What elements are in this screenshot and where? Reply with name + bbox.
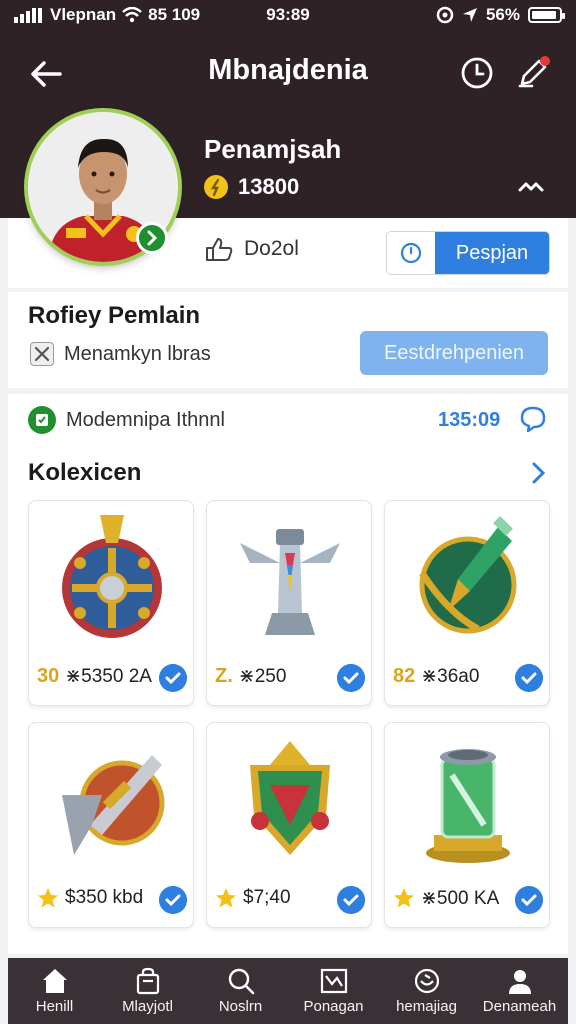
star-icon (38, 888, 58, 908)
nav-label: hemajiag (396, 998, 457, 1015)
chat-bubble-icon[interactable] (518, 404, 548, 434)
item-price: ⋇5350 2A (65, 665, 152, 687)
timer-icon (400, 242, 422, 264)
collection-grid: 30 ⋇5350 2A Z. ⋇250 82 ⋇36a0 $350 kbd $7… (28, 500, 550, 932)
profile-card-button[interactable]: Eestdrehpenien (360, 331, 548, 375)
primary-action-button[interactable]: Pespjan (435, 232, 549, 274)
chevron-right-icon[interactable] (528, 460, 548, 486)
bag-icon (136, 967, 159, 995)
battery-icon (528, 7, 565, 23)
home-icon (42, 969, 67, 993)
stat-label: Do2ol (244, 237, 299, 260)
profile-card-title: Rofiey Pemlain (28, 302, 201, 329)
nav-item-home[interactable]: Henill (8, 958, 101, 1024)
search-icon (228, 968, 254, 995)
user-icon (508, 970, 531, 994)
history-clock-icon[interactable] (460, 56, 494, 90)
coin-icon (204, 175, 228, 199)
location-icon (436, 6, 454, 24)
blade-icon (62, 755, 165, 855)
collection-item[interactable]: $350 kbd (28, 722, 194, 928)
profile-tag-label: Menamkyn lbras (64, 342, 211, 365)
nav-label: Henill (35, 998, 74, 1015)
check-icon (337, 664, 365, 692)
nav-label: Denameah (482, 998, 557, 1015)
profile-tag: Menamkyn lbras (30, 342, 211, 366)
timer-toggle[interactable] (387, 232, 435, 274)
clock-time: 93:89 (266, 5, 310, 24)
status-bar: Vlepnan 85 109 93:89 56% (0, 0, 576, 32)
collection-item[interactable]: ⋇500 KA (384, 722, 550, 928)
check-icon (515, 886, 543, 914)
canister-icon (426, 749, 510, 863)
player-name: Penamjsah (204, 134, 342, 164)
online-badge-icon (136, 222, 168, 254)
nav-item-shop[interactable]: Mlayjotl (101, 958, 194, 1024)
phone-screen: Vlepnan 85 109 93:89 56% Mbnajdenia Pena… (0, 0, 576, 1024)
collection-title: Kolexicen (28, 459, 142, 486)
edit-pen-icon[interactable] (514, 54, 552, 92)
mode-value: 135:09 (438, 409, 501, 431)
nav-item-search[interactable]: Noslrn (194, 958, 287, 1024)
top-bar: Mbnajdenia (0, 48, 576, 96)
mail-icon (320, 968, 347, 994)
nav-item-emotes[interactable]: hemajiag (380, 958, 473, 1024)
check-icon (337, 886, 365, 914)
thumbs-up-icon (206, 238, 233, 261)
arrow-emblem-icon (419, 516, 517, 634)
mode-label: Modemnipa Ithnnl (66, 408, 225, 431)
item-level: 82 (393, 664, 416, 687)
shield-icon (62, 515, 162, 638)
tools-icon (30, 342, 54, 366)
collapse-chevron-icon[interactable] (516, 178, 546, 196)
battery-percent: 56% (485, 5, 520, 24)
coin-value: 13800 (238, 174, 300, 199)
smile-icon (414, 968, 439, 994)
item-price: $7;40 (243, 887, 291, 908)
stat-row: Do2ol (204, 236, 299, 262)
item-price: ⋇250 (238, 665, 287, 687)
collection-item[interactable]: 30 ⋇5350 2A (28, 500, 194, 706)
coin-balance: 13800 (204, 174, 299, 200)
collection-item[interactable]: Z. ⋇250 (206, 500, 372, 706)
collection-item[interactable]: $7;40 (206, 722, 372, 928)
nav-label: Noslrn (218, 998, 263, 1015)
item-level: 30 (37, 664, 60, 687)
emblem-icon (250, 741, 330, 855)
item-level: Z. (215, 664, 233, 687)
check-icon (159, 664, 187, 692)
nav-item-profile[interactable]: Denameah (473, 958, 566, 1024)
star-icon (216, 888, 236, 908)
item-price: $350 kbd (65, 887, 144, 908)
collection-item[interactable]: 82 ⋇36a0 (384, 500, 550, 706)
navigation-arrow-icon (462, 8, 477, 22)
nav-label: Mlayjotl (122, 998, 173, 1015)
nav-item-messages[interactable]: Ponagan (287, 958, 380, 1024)
action-segment: Pespjan (386, 231, 550, 275)
item-price: ⋇500 KA (421, 887, 500, 909)
item-price: ⋇36a0 (421, 665, 480, 687)
check-icon (515, 664, 543, 692)
star-icon (394, 888, 414, 908)
mode-badge-icon (28, 406, 56, 434)
nav-label: Ponagan (303, 998, 364, 1015)
bottom-navigation: Henill Mlayjotl Noslrn Ponagan hemajiag … (8, 958, 568, 1024)
tower-icon (240, 529, 340, 635)
mode-row[interactable]: Modemnipa Ithnnl (28, 406, 225, 434)
check-icon (159, 886, 187, 914)
